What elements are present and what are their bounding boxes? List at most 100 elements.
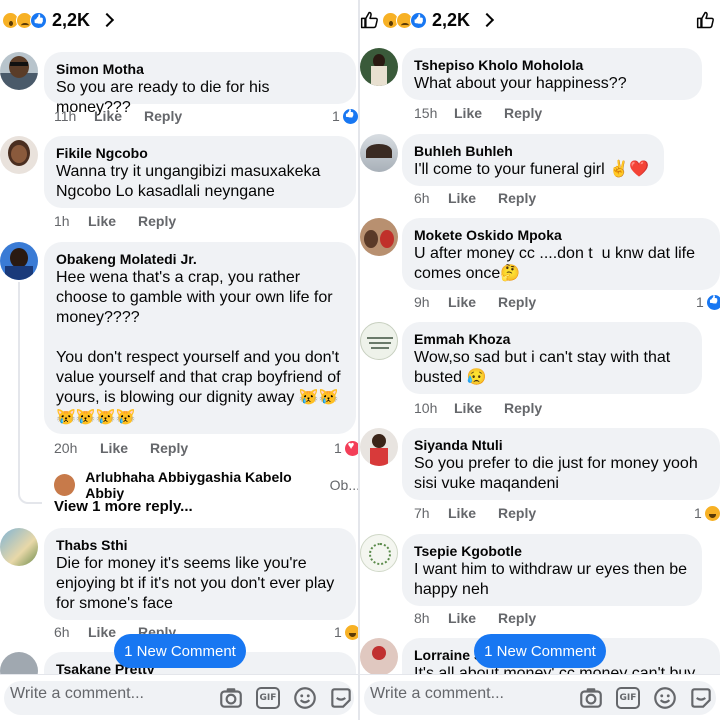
comment-author[interactable]: Obakeng Molatedi Jr. (56, 250, 344, 268)
reply-button[interactable]: Reply (498, 294, 536, 310)
reaction-summary[interactable] (382, 11, 427, 29)
avatar[interactable] (360, 134, 398, 172)
comment-author[interactable]: Siyanda Ntuli (414, 436, 708, 454)
chevron-right-icon[interactable] (479, 12, 495, 28)
reply-button[interactable]: Reply (138, 213, 176, 229)
avatar[interactable] (0, 242, 38, 280)
avatar[interactable] (0, 52, 38, 90)
like-button[interactable]: Like (88, 213, 116, 229)
like-react-icon (706, 294, 720, 310)
comment-bubble: Tshepiso Kholo Moholola What about your … (402, 48, 702, 100)
reply-button[interactable]: Reply (498, 610, 536, 626)
like-button[interactable]: Like (448, 610, 476, 626)
like-button[interactable]: Like (448, 190, 476, 206)
reply-button[interactable]: Reply (498, 505, 536, 521)
avatar[interactable] (360, 48, 398, 86)
new-comment-button[interactable]: 1 New Comment (114, 634, 246, 668)
comment-time[interactable]: 20h (54, 440, 100, 456)
new-comment-button[interactable]: 1 New Comment (474, 634, 606, 668)
gif-icon[interactable]: GIF (616, 687, 640, 709)
comment-text: What about your happiness?? (414, 75, 627, 92)
comment-time[interactable]: 15h (414, 105, 454, 121)
comment-time[interactable]: 8h (414, 610, 448, 626)
comment-input[interactable]: Write a comment... (370, 685, 504, 703)
reply-author[interactable]: Arlubhaha Abbiygashia Kabelo Abbiy (85, 469, 325, 501)
emoji-icon[interactable] (292, 685, 318, 711)
comment-bubble: Siyanda Ntuli So you prefer to die just … (402, 428, 720, 500)
comment-reactions[interactable]: 1 (332, 108, 358, 124)
reply-button[interactable]: Reply (498, 190, 536, 206)
comment-author[interactable]: Simon Motha (56, 60, 344, 78)
chevron-right-icon[interactable] (99, 12, 115, 28)
thumbs-up-icon[interactable] (360, 10, 380, 30)
sticker-icon[interactable] (688, 685, 714, 711)
comment-time[interactable]: 11h (54, 108, 94, 124)
avatar[interactable] (360, 638, 398, 676)
like-react-icon (30, 11, 47, 29)
comment-actions: 10h Like Reply (414, 400, 542, 416)
comment-text: Die for money it's seems like you're enj… (56, 555, 339, 612)
reply-preview[interactable]: Arlubhaha Abbiygashia Kabelo Abbiy Ob... (54, 469, 360, 501)
comment-reactions[interactable]: 1 (334, 624, 360, 640)
comment-reactions[interactable]: 1 (696, 294, 720, 310)
like-button[interactable]: Like (448, 505, 476, 521)
comment-author[interactable]: Buhleh Buhleh (414, 142, 652, 160)
reactions-header[interactable]: 2,2K (360, 0, 720, 40)
reactions-header[interactable]: 2,2K (0, 0, 360, 40)
avatar[interactable] (54, 474, 76, 496)
avatar[interactable] (0, 136, 38, 174)
like-button[interactable]: Like (88, 624, 116, 640)
comments-panel-left: 2,2K Simon Motha So you are ready to die… (0, 0, 360, 720)
emoji-icon[interactable] (652, 685, 678, 711)
comment-time[interactable]: 1h (54, 213, 88, 229)
comment-bubble: Obakeng Molatedi Jr. Hee wena that's a c… (44, 242, 356, 434)
comment-input[interactable]: Write a comment... (10, 685, 144, 703)
comment-author[interactable]: Mokete Oskido Mpoka (414, 226, 708, 244)
like-button[interactable]: Like (94, 108, 122, 124)
reply-button[interactable]: Reply (150, 440, 188, 456)
comment-text: Wow,so sad but i can't stay with that bu… (414, 349, 675, 386)
camera-icon[interactable] (578, 685, 604, 711)
reaction-summary[interactable] (2, 11, 47, 29)
comment-author[interactable]: Tshepiso Kholo Moholola (414, 56, 690, 74)
avatar[interactable] (360, 534, 398, 572)
reaction-count: 1 (334, 624, 342, 640)
comment-author[interactable]: Fikile Ngcobo (56, 144, 344, 162)
reply-button[interactable]: Reply (144, 108, 182, 124)
comment-time[interactable]: 6h (414, 190, 448, 206)
comment-bubble: Emmah Khoza Wow,so sad but i can't stay … (402, 322, 702, 394)
sticker-icon[interactable] (328, 685, 354, 711)
avatar[interactable] (360, 218, 398, 256)
comment-text: So you prefer to die just for money yooh… (414, 455, 703, 492)
thumbs-up-icon[interactable] (696, 10, 716, 30)
like-button[interactable]: Like (448, 294, 476, 310)
comment-reactions[interactable]: 1 (334, 440, 360, 456)
like-button[interactable]: Like (100, 440, 128, 456)
comment-time[interactable]: 9h (414, 294, 448, 310)
avatar[interactable] (360, 428, 398, 466)
comment-reactions[interactable]: 1 (694, 505, 720, 521)
comment-author[interactable]: Thabs Sthi (56, 536, 344, 554)
comment-time[interactable]: 6h (54, 624, 88, 640)
like-react-icon (342, 108, 358, 124)
comment-bubble: Simon Motha So you are ready to die for … (44, 52, 356, 116)
camera-icon[interactable] (218, 685, 244, 711)
reaction-count: 1 (334, 440, 342, 456)
gif-icon[interactable]: GIF (256, 687, 280, 709)
comment-time[interactable]: 10h (414, 400, 454, 416)
comment-text: Wanna try it ungangibizi masuxakeka Ngco… (56, 163, 325, 200)
like-button[interactable]: Like (454, 400, 482, 416)
comment-actions: 6h Like Reply (414, 190, 536, 206)
reaction-count: 1 (694, 505, 702, 521)
view-more-replies-link[interactable]: View 1 more reply... (54, 498, 193, 515)
comment-author[interactable]: Tsepie Kgobotle (414, 542, 690, 560)
comment-author[interactable]: Emmah Khoza (414, 330, 690, 348)
comment-actions: 7h Like Reply (414, 505, 536, 521)
reply-button[interactable]: Reply (504, 105, 542, 121)
comment-bubble: Tsepie Kgobotle I want him to withdraw u… (402, 534, 702, 606)
reply-button[interactable]: Reply (504, 400, 542, 416)
comment-time[interactable]: 7h (414, 505, 448, 521)
like-button[interactable]: Like (454, 105, 482, 121)
avatar[interactable] (0, 528, 38, 566)
avatar[interactable] (360, 322, 398, 360)
